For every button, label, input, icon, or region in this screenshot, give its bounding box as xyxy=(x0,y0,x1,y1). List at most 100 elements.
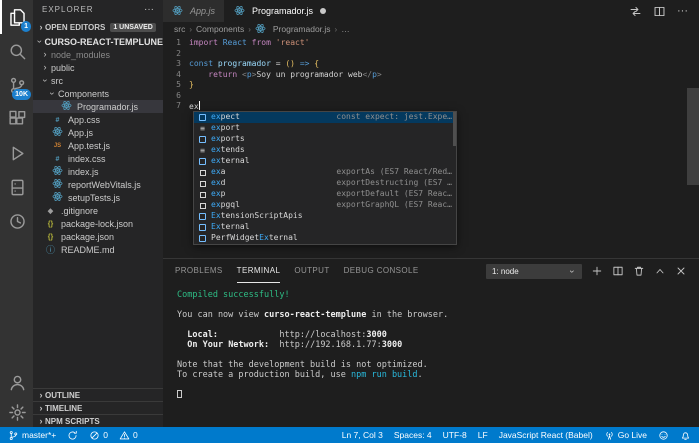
breadcrumb-separator-icon: › xyxy=(334,24,338,34)
breadcrumb[interactable]: src › Components › Programador.js ›… xyxy=(163,22,699,36)
file-tree-item[interactable]: ⓘ README.md xyxy=(33,243,163,256)
status-item-label: 0 xyxy=(132,429,138,440)
editor-scrollbar[interactable] xyxy=(687,88,699,185)
suggestion-item[interactable]: ExtensionScriptApis xyxy=(194,211,456,222)
activity-files-button[interactable]: 1 xyxy=(0,0,33,34)
symbol-variable-icon xyxy=(198,114,207,121)
suggestion-item[interactable]: exp exportDefault (ES7 Reac… xyxy=(194,189,456,200)
suggestion-item[interactable]: expect const expect: jest.Expe… xyxy=(194,112,456,123)
status-feedback-icon[interactable] xyxy=(658,430,669,441)
suggestion-item[interactable]: expgql exportGraphQL (ES7 Reac… xyxy=(194,200,456,211)
symbol-snippet-icon xyxy=(198,191,207,198)
file-tree-item[interactable]: setupTests.js xyxy=(33,191,163,204)
sync-icon xyxy=(67,430,78,441)
file-tree-item[interactable]: › CURSO-REACT-TEMPLUNE xyxy=(33,35,163,48)
chevron-right-icon: › xyxy=(39,389,43,400)
status-bar: master*+ 0 0 Ln 7, Col 3 Spaces: 4 UTF-8 LF Ja… xyxy=(0,427,699,443)
activity-extensions-button[interactable] xyxy=(0,102,33,136)
status-master[interactable]: master*+ xyxy=(8,430,56,441)
suggestion-item[interactable]: exports xyxy=(194,134,456,145)
status-lf[interactable]: LF xyxy=(478,431,488,440)
status-spaces-4[interactable]: Spaces: 4 xyxy=(394,431,432,440)
maximize-panel-icon[interactable] xyxy=(654,265,666,277)
breadcrumb-item[interactable]: Programador.js xyxy=(273,24,331,34)
activity-run-debug-button[interactable] xyxy=(0,136,33,170)
open-editors-section[interactable]: › OPEN EDITORS 1 UNSAVED xyxy=(33,19,163,35)
file-tree-item[interactable]: › public xyxy=(33,61,163,74)
split-editor-icon[interactable] xyxy=(653,5,666,18)
file-tree-item[interactable]: › Components xyxy=(33,87,163,100)
panel-actions xyxy=(591,265,687,277)
suggestion-item[interactable]: exa exportAs (ES7 React/Red… xyxy=(194,167,456,178)
activity-search-button[interactable] xyxy=(0,34,33,68)
file-tree-item[interactable]: ◆ .gitignore xyxy=(33,204,163,217)
sidebar-section-timeline[interactable]: › TIMELINE xyxy=(33,401,163,414)
activity-live-share-button[interactable] xyxy=(0,204,33,238)
file-tree-item[interactable]: Programador.js xyxy=(33,100,163,113)
file-tree-item[interactable]: reportWebVitals.js xyxy=(33,178,163,191)
tab-app-js[interactable]: App.js xyxy=(163,0,226,22)
status-0[interactable]: 0 xyxy=(119,430,138,441)
line-number: 5 xyxy=(176,80,181,89)
panel-tab-problems[interactable]: PROBLEMS xyxy=(175,259,223,283)
react-icon xyxy=(52,191,66,204)
close-panel-icon[interactable] xyxy=(675,265,687,277)
breadcrumb-separator-icon: › xyxy=(248,24,251,34)
activity-account-button[interactable] xyxy=(0,367,33,397)
file-tree-item[interactable]: App.js xyxy=(33,126,163,139)
open-changes-icon[interactable] xyxy=(629,5,642,18)
status-bell-icon[interactable] xyxy=(680,430,691,441)
activity-source-control-button[interactable]: 10K xyxy=(0,68,33,102)
sidebar-section-outline[interactable]: › OUTLINE xyxy=(33,388,163,401)
symbol-variable-icon xyxy=(198,158,207,165)
open-editors-label: OPEN EDITORS xyxy=(45,22,106,32)
activity-remote-explorer-button[interactable] xyxy=(0,170,33,204)
suggestion-item[interactable]: External xyxy=(194,222,456,233)
new-terminal-icon[interactable] xyxy=(591,265,603,277)
chevron-down-icon: › xyxy=(40,79,51,82)
activity-bar-top: 1 10K xyxy=(0,0,33,238)
activity-settings-button[interactable] xyxy=(0,397,33,427)
suggestion-item[interactable]: external xyxy=(194,156,456,167)
status-javascript-react-babel[interactable]: JavaScript React (Babel) xyxy=(499,431,593,440)
file-tree-item[interactable]: › src xyxy=(33,74,163,87)
symbol-variable-icon xyxy=(198,213,207,220)
suggestion-detail: const expect: jest.Expe… xyxy=(336,112,452,122)
file-tree-item[interactable]: {} package-lock.json xyxy=(33,217,163,230)
terminal-output[interactable]: Compiled successfully! You can now view c… xyxy=(163,283,699,407)
panel-tab-output[interactable]: OUTPUT xyxy=(294,259,329,283)
suggestion-item[interactable]: ≡ export xyxy=(194,123,456,134)
suggestion-item[interactable]: ≡ extends xyxy=(194,145,456,156)
suggestion-item[interactable]: exd exportDestructing (ES7 … xyxy=(194,178,456,189)
code-editor[interactable]: 1 import React from 'react' 2 3 const progra… xyxy=(163,36,699,258)
status-0[interactable]: 0 xyxy=(89,430,108,441)
panel-tab-debug-console[interactable]: DEBUG CONSOLE xyxy=(344,259,419,283)
file-tree-item[interactable]: JS App.test.js xyxy=(33,139,163,152)
terminal-select[interactable]: 1: node › xyxy=(486,263,582,279)
file-tree-item[interactable]: {} package.json xyxy=(33,230,163,243)
status-go-live[interactable]: Go Live xyxy=(604,430,647,441)
breadcrumb-item[interactable]: Components xyxy=(196,24,244,34)
status-ln-7-col-3[interactable]: Ln 7, Col 3 xyxy=(342,431,383,440)
file-tree-item[interactable]: › node_modules xyxy=(33,48,163,61)
breadcrumb-item[interactable]: … xyxy=(341,24,350,34)
file-tree-item-label: Components xyxy=(58,88,110,99)
react-icon xyxy=(52,165,66,178)
more-actions-icon[interactable]: ··· xyxy=(144,4,154,15)
suggestion-item[interactable]: PerfWidgetExternal xyxy=(194,233,456,244)
more-actions-icon[interactable]: ··· xyxy=(677,5,688,18)
split-terminal-icon[interactable] xyxy=(612,265,624,277)
file-tree-item[interactable]: # App.css xyxy=(33,113,163,126)
tab-programador-js[interactable]: Programador.js xyxy=(225,0,337,22)
status-utf-8[interactable]: UTF-8 xyxy=(443,431,467,440)
react-icon xyxy=(172,5,186,18)
sidebar-section-npm-scripts[interactable]: › NPM SCRIPTS xyxy=(33,414,163,427)
status-sync-icon[interactable] xyxy=(67,430,78,441)
panel-tab-terminal[interactable]: TERMINAL xyxy=(236,259,281,283)
breadcrumb-item[interactable]: src xyxy=(174,24,185,34)
file-tree-item[interactable]: # index.css xyxy=(33,152,163,165)
kill-terminal-icon[interactable] xyxy=(633,265,645,277)
bell-icon xyxy=(680,430,691,441)
file-tree-item[interactable]: index.js xyxy=(33,165,163,178)
text-cursor xyxy=(198,101,200,110)
